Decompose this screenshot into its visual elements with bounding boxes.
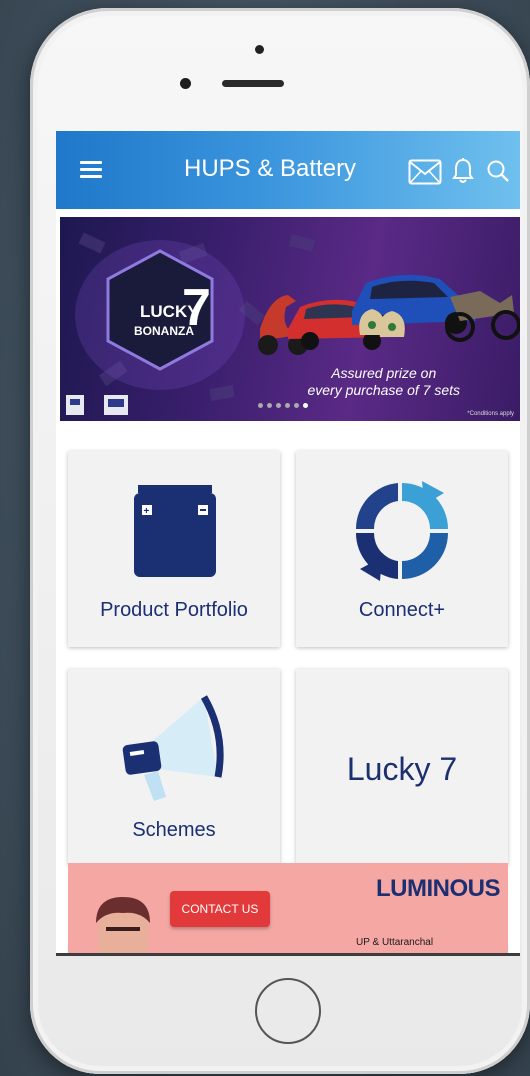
app-header: HUPS & Battery: [56, 131, 520, 209]
front-sensor: [255, 45, 264, 54]
page-title: HUPS & Battery: [184, 155, 357, 182]
carousel-dots[interactable]: [258, 403, 308, 408]
carousel-dot[interactable]: [276, 403, 281, 408]
tile-label: Product Portfolio: [100, 599, 248, 621]
bell-icon[interactable]: [452, 157, 474, 185]
mail-icon[interactable]: [408, 159, 442, 185]
carousel-dot[interactable]: [294, 403, 299, 408]
home-button[interactable]: [255, 978, 321, 1044]
promo-banner[interactable]: LUCKY 7 BONANZA Assured prize on every p…: [60, 217, 520, 421]
menu-icon[interactable]: [80, 161, 102, 179]
contact-us-button[interactable]: CONTACT US: [170, 891, 270, 927]
carousel-dot-active[interactable]: [303, 403, 308, 408]
tile-label: Schemes: [132, 819, 216, 841]
tile-label: Lucky 7: [346, 751, 458, 787]
logo-bonanza-text: BONANZA: [134, 324, 194, 338]
earpiece-speaker: [222, 80, 284, 87]
tile-schemes[interactable]: Schemes: [68, 669, 280, 865]
contact-banner[interactable]: CONTACT US LUMINOUS UP & Uttaranchal: [68, 863, 508, 955]
search-icon[interactable]: [486, 159, 510, 183]
refresh-icon: [355, 481, 448, 581]
tile-product-portfolio[interactable]: + Product Portfolio: [68, 451, 280, 647]
battery-icon: +: [134, 485, 216, 577]
carousel-dot[interactable]: [258, 403, 263, 408]
tile-lucky-7[interactable]: Lucky 7: [296, 669, 508, 865]
carousel-dot[interactable]: [267, 403, 272, 408]
region-label: UP & Uttaranchal: [356, 937, 434, 948]
megaphone-icon: [122, 695, 224, 801]
tile-connect-plus[interactable]: Connect+: [296, 451, 508, 647]
svg-text:+: +: [144, 506, 150, 517]
front-camera: [180, 78, 191, 89]
conditions-note: *Conditions apply: [467, 411, 514, 417]
banner-caption: Assured prize on every purchase of 7 set…: [307, 365, 460, 398]
app-screen: HUPS & Battery LUCKY 7 BONANZA Assured p…: [56, 131, 520, 955]
screen-edge: [56, 953, 520, 956]
person-illustration: [96, 897, 150, 955]
carousel-dot[interactable]: [285, 403, 290, 408]
brand-logo: LUMINOUS: [376, 875, 501, 902]
tile-label: Connect+: [358, 599, 446, 621]
